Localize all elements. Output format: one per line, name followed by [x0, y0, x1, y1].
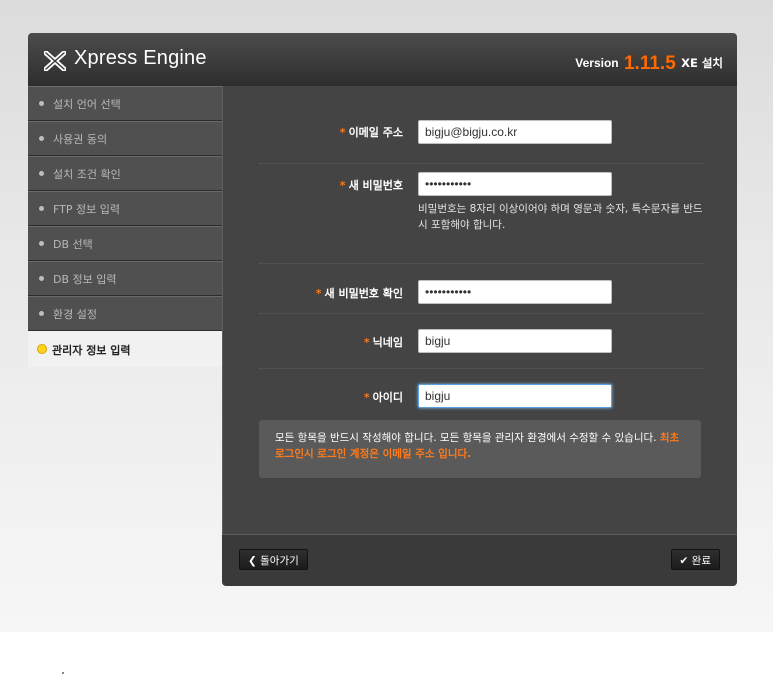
version-number: 1.11.5 [623, 53, 676, 74]
password-confirm-field[interactable]: ••••••••••• [418, 280, 612, 304]
email-label: * 이메일 주소 [339, 126, 403, 139]
step-item-environment[interactable]: 환경 설정 [28, 296, 222, 331]
stray-dot [62, 672, 64, 674]
step-item-license[interactable]: 사용권 동의 [28, 121, 222, 156]
version-prefix: Version [575, 56, 619, 70]
step-label: 설치 조건 확인 [53, 168, 121, 181]
admin-form-panel: * 이메일 주소 bigju@bigju.co.kr * 새 비밀번호 ••••••… [222, 86, 737, 534]
password-help-text: 비밀번호는 8자리 이상이어야 하며 영문과 숫자, 특수문자를 반드시 포함해… [418, 203, 703, 231]
user-id-label: * 아이디 [363, 391, 403, 404]
step-label: FTP 정보 입력 [53, 203, 120, 216]
logo-text: Xpress Engine [74, 47, 207, 69]
required-mark: * [315, 287, 322, 300]
notice-box: 모든 항목을 반드시 작성해야 합니다. 모든 항목을 관리자 환경에서 수정할… [259, 420, 701, 478]
email-row: * 이메일 주소 bigju@bigju.co.kr [259, 108, 703, 164]
form-footer: ❮ 돌아가기 ✔ 완료 [222, 534, 737, 586]
bullet-icon [39, 171, 44, 176]
password-confirm-label: * 새 비밀번호 확인 [315, 287, 403, 300]
nickname-field[interactable]: bigju [418, 329, 612, 353]
xe-logo-icon [44, 51, 66, 71]
install-steps-sidebar: 설치 언어 선택 사용권 동의 설치 조건 확인 FTP 정보 입력 DB 선택… [28, 86, 222, 377]
bullet-icon [39, 311, 44, 316]
password-field[interactable]: ••••••••••• [418, 172, 612, 196]
required-mark: * [339, 126, 346, 139]
back-button[interactable]: ❮ 돌아가기 [239, 549, 308, 570]
bullet-icon [39, 276, 44, 281]
installer-header: Xpress Engine Version 1.11.5 XE 설치 [28, 33, 737, 86]
step-item-ftp[interactable]: FTP 정보 입력 [28, 191, 222, 226]
step-item-requirements[interactable]: 설치 조건 확인 [28, 156, 222, 191]
bullet-icon [39, 136, 44, 141]
active-step-icon [37, 344, 47, 354]
step-label: 환경 설정 [53, 308, 97, 321]
step-label: DB 선택 [53, 238, 93, 251]
bullet-icon [39, 206, 44, 211]
step-item-language[interactable]: 설치 언어 선택 [28, 86, 222, 121]
bullet-icon [39, 101, 44, 106]
done-button[interactable]: ✔ 완료 [670, 549, 720, 570]
required-mark: * [363, 336, 370, 349]
required-mark: * [339, 179, 346, 192]
step-item-db-select[interactable]: DB 선택 [28, 226, 222, 261]
step-label: 설치 언어 선택 [53, 98, 121, 111]
password-row: * 새 비밀번호 ••••••••••• 비밀번호는 8자리 이상이어야 하며 영… [259, 163, 703, 264]
notice-text: 모든 항목을 반드시 작성해야 합니다. 모든 항목을 관리자 환경에서 수정할… [275, 432, 660, 444]
version-info: Version 1.11.5 XE 설치 [575, 53, 723, 75]
nickname-row: * 닉네임 bigju [259, 313, 703, 369]
email-field[interactable]: bigju@bigju.co.kr [418, 120, 612, 144]
user-id-row: * 아이디 bigju [259, 368, 703, 408]
password-label: * 새 비밀번호 [339, 179, 403, 192]
step-label: 관리자 정보 입력 [52, 344, 131, 357]
step-item-admin-info[interactable]: 관리자 정보 입력 [28, 331, 222, 367]
install-title: XE 설치 [681, 56, 723, 70]
bullet-icon [39, 241, 44, 246]
user-id-field[interactable]: bigju [418, 384, 612, 408]
nickname-label: * 닉네임 [363, 336, 403, 349]
step-item-db-info[interactable]: DB 정보 입력 [28, 261, 222, 296]
step-label: DB 정보 입력 [53, 273, 117, 286]
password-confirm-row: * 새 비밀번호 확인 ••••••••••• [259, 263, 703, 314]
required-mark: * [363, 391, 370, 404]
step-label: 사용권 동의 [53, 133, 108, 146]
installer-window: Xpress Engine Version 1.11.5 XE 설치 설치 언어… [28, 33, 737, 586]
